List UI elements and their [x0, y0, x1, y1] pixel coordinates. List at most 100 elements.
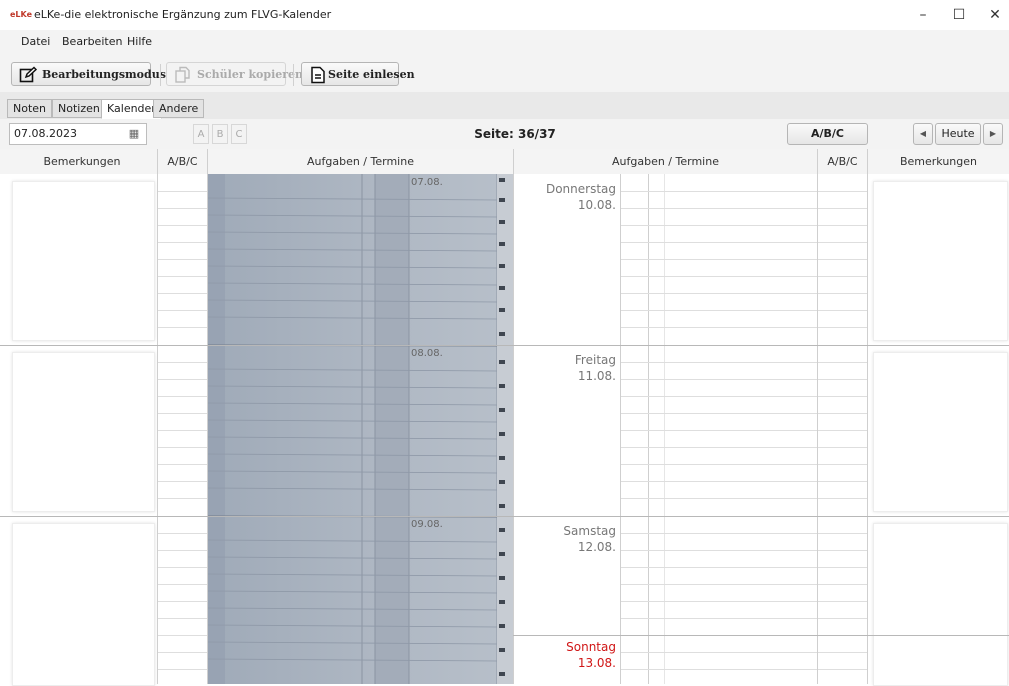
task-row-line [621, 584, 817, 585]
remark-box-right-2[interactable] [873, 352, 1008, 512]
abc-row-line-right [818, 618, 867, 619]
toolbar-separator [293, 64, 294, 86]
prev-page-button[interactable]: ◀ [913, 123, 933, 145]
abc-row-line-right [818, 481, 867, 482]
task-row-line [621, 481, 817, 482]
abc-row-line-right [818, 669, 867, 670]
abc-row-line-left [158, 601, 207, 602]
abc-row-line-right [818, 208, 867, 209]
menu-bearbeiten[interactable]: Bearbeiten [62, 35, 122, 48]
task-row-line [621, 293, 817, 294]
task-row-line [621, 191, 817, 192]
day-name-4: Sonntag [566, 640, 616, 654]
task-row-line [621, 498, 817, 499]
task-row-line [621, 225, 817, 226]
abc-row-line-right [818, 327, 867, 328]
task-row-line [621, 652, 817, 653]
abc-row-line-left [158, 652, 207, 653]
remark-box-right-3[interactable] [873, 523, 1008, 686]
close-button[interactable]: ✕ [980, 4, 1009, 26]
manage-abc-button[interactable]: A/B/C verwalten [787, 123, 868, 160]
copy-icon [175, 66, 190, 83]
tab-noten[interactable]: Noten [7, 99, 53, 118]
toolbar-separator [160, 64, 161, 86]
abc-narrow-divider [648, 174, 649, 684]
task-row-line [621, 242, 817, 243]
calendar-icon[interactable]: ▦ [123, 124, 145, 144]
window-title: eLKe-die elektronische Ergänzung zum FLV… [34, 8, 332, 21]
day-column-divider [620, 174, 621, 684]
today-button[interactable]: Heute [935, 123, 981, 145]
day-name-3: Samstag [563, 524, 616, 538]
app-logo: eLKe [10, 10, 33, 19]
task-row-line [621, 567, 817, 568]
abc-row-line-right [818, 191, 867, 192]
abc-row-line-left [158, 498, 207, 499]
scan-page-button[interactable]: Seite einlesen [301, 62, 415, 86]
abc-row-line-right [818, 396, 867, 397]
abc-row-line-right [818, 293, 867, 294]
abc-row-line-left [158, 259, 207, 260]
maximize-button[interactable]: ☐ [944, 4, 974, 26]
minimize-button[interactable]: – [908, 4, 938, 26]
abc-row-line-left [158, 618, 207, 619]
abc-row-line-right [818, 225, 867, 226]
scan-page-label: Seite einlesen [328, 68, 415, 81]
remark-box-left-2[interactable] [12, 352, 155, 512]
abc-toggle-a[interactable]: A [193, 124, 209, 144]
menu-hilfe[interactable]: Hilfe [127, 35, 152, 48]
abc-row-line-right [818, 652, 867, 653]
edit-mode-button[interactable]: Bearbeitungsmodus [11, 62, 166, 86]
abc-row-line-left [158, 464, 207, 465]
abc-row-line-left [158, 533, 207, 534]
task-row-line [621, 430, 817, 431]
day-date-3: 12.08. [577, 540, 616, 554]
task-row-line [621, 310, 817, 311]
copy-students-button[interactable]: Schüler kopieren [166, 62, 303, 86]
column-header-remarks-left: Bemerkungen [43, 155, 121, 168]
menu-datei[interactable]: Datei [21, 35, 50, 48]
abc-row-line-right [818, 447, 867, 448]
abc-row-line-left [158, 225, 207, 226]
task-row-line [621, 447, 817, 448]
abc-row-line-right [818, 362, 867, 363]
column-divider [207, 174, 208, 684]
block-divider-right [513, 345, 1009, 346]
column-header-abc-right: A/B/C [817, 149, 867, 174]
tab-andere[interactable]: Andere [153, 99, 205, 118]
abc-row-line-left [158, 447, 207, 448]
abc-row-line-left [158, 327, 207, 328]
column-header-tasks-right: Aufgaben / Termine [513, 149, 817, 174]
abc-row-line-right [818, 276, 867, 277]
remark-box-right-1[interactable] [873, 181, 1008, 341]
photo-date-label-2: 08.08. [411, 348, 443, 359]
remark-box-left-3[interactable] [12, 523, 155, 686]
abc-row-line-right [818, 242, 867, 243]
scanned-page-photo [207, 174, 513, 684]
abc-toggle-c[interactable]: C [231, 124, 247, 144]
column-divider [867, 174, 868, 684]
abc-row-line-right [818, 430, 867, 431]
abc-row-line-left [158, 669, 207, 670]
tab-notizen[interactable]: Notizen [52, 99, 106, 118]
abc-row-line-right [818, 584, 867, 585]
day-date-4: 13.08. [577, 656, 616, 670]
block-divider-right [513, 635, 1009, 636]
abc-row-line-left [158, 567, 207, 568]
copy-students-label: Schüler kopieren [197, 68, 304, 81]
abc-row-line-left [158, 550, 207, 551]
next-page-button[interactable]: ▶ [983, 123, 1003, 145]
day-name-2: Freitag [574, 353, 616, 367]
abc-row-line-left [158, 242, 207, 243]
task-row-line [621, 464, 817, 465]
task-row-line [621, 601, 817, 602]
abc-row-line-right [818, 601, 867, 602]
task-row-line [621, 413, 817, 414]
remark-box-left-1[interactable] [12, 181, 155, 341]
abc-row-line-left [158, 635, 207, 636]
margin-line [664, 174, 665, 684]
photo-date-label-3: 09.08. [411, 519, 443, 530]
abc-row-line-right [818, 259, 867, 260]
abc-row-line-left [158, 481, 207, 482]
abc-toggle-b[interactable]: B [212, 124, 228, 144]
